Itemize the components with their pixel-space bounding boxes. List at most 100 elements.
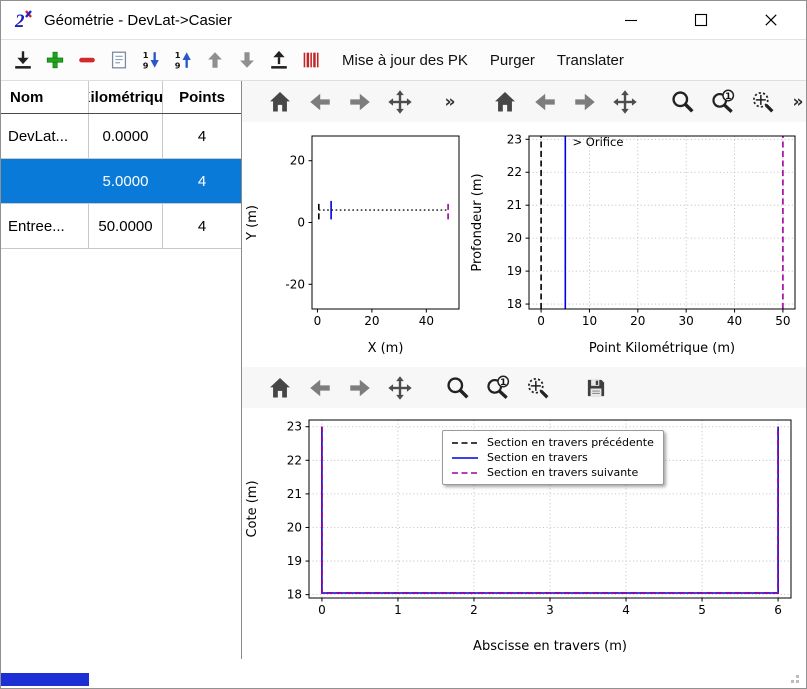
maximize-button[interactable] bbox=[666, 1, 736, 39]
legend-label: Section en travers bbox=[487, 451, 588, 464]
sort-asc-icon[interactable]: 19 bbox=[169, 45, 197, 75]
close-button[interactable] bbox=[736, 1, 806, 39]
home-icon[interactable] bbox=[266, 374, 293, 401]
svg-text:18: 18 bbox=[507, 297, 522, 311]
home-icon[interactable] bbox=[491, 88, 518, 115]
import-icon[interactable] bbox=[9, 45, 37, 75]
svg-text:6: 6 bbox=[774, 603, 782, 617]
save-icon[interactable] bbox=[582, 374, 609, 401]
remove-icon[interactable] bbox=[73, 45, 101, 75]
back-icon[interactable] bbox=[531, 88, 558, 115]
overflow-icon[interactable]: » bbox=[441, 88, 459, 115]
overflow-icon[interactable]: » bbox=[789, 88, 807, 115]
cell-points[interactable]: 4 bbox=[163, 204, 241, 248]
resize-grip[interactable] bbox=[787, 671, 800, 684]
forward-icon[interactable] bbox=[346, 374, 373, 401]
home-icon[interactable] bbox=[266, 88, 293, 115]
cell-nom[interactable]: Entree... bbox=[1, 204, 89, 248]
svg-text:20: 20 bbox=[287, 520, 302, 534]
table-row[interactable]: Entree...50.00004 bbox=[1, 204, 241, 249]
svg-text:-20: -20 bbox=[285, 277, 305, 291]
svg-text:5: 5 bbox=[698, 603, 706, 617]
minimize-button[interactable] bbox=[596, 1, 666, 39]
table-row[interactable]: 5.00004 bbox=[1, 159, 241, 204]
pan-icon[interactable] bbox=[386, 88, 413, 115]
toolbar-button-maj-pk[interactable]: Mise à jour des PK bbox=[333, 45, 477, 76]
toolbar-button-purger[interactable]: Purger bbox=[481, 45, 544, 76]
zoom-icon[interactable] bbox=[444, 374, 471, 401]
back-icon[interactable] bbox=[306, 88, 333, 115]
cell-points[interactable]: 4 bbox=[163, 114, 241, 158]
mpl-toolbar-profile: 1» bbox=[467, 81, 807, 122]
svg-text:23: 23 bbox=[287, 420, 302, 434]
forward-icon[interactable] bbox=[571, 88, 598, 115]
svg-text:2: 2 bbox=[14, 11, 25, 32]
svg-text:19: 19 bbox=[507, 264, 522, 278]
svg-text:21: 21 bbox=[507, 198, 522, 212]
svg-text:22: 22 bbox=[287, 453, 302, 467]
section-plot-panel: 1 0123456181920212223Abscisse en travers… bbox=[242, 367, 807, 665]
cell-nom[interactable] bbox=[1, 159, 89, 203]
svg-text:2: 2 bbox=[470, 603, 478, 617]
plot-xy[interactable]: 02040-20020X (m)Y (m) bbox=[242, 122, 467, 362]
mpl-toolbar-section: 1 bbox=[242, 367, 807, 408]
table-row[interactable]: DevLat...0.00004 bbox=[1, 114, 241, 159]
cell-points[interactable]: 4 bbox=[163, 159, 241, 203]
window-controls bbox=[596, 1, 806, 39]
cell-pk[interactable]: 50.0000 bbox=[89, 204, 163, 248]
left-column: NomKilométriquePoints DevLat...0.000045.… bbox=[1, 81, 242, 688]
svg-text:50: 50 bbox=[775, 314, 790, 328]
sort-desc-icon[interactable]: 19 bbox=[137, 45, 165, 75]
svg-text:23: 23 bbox=[507, 132, 522, 146]
cell-pk[interactable]: 5.0000 bbox=[89, 159, 163, 203]
main-toolbar: 1919Mise à jour des PKPurgerTranslater bbox=[1, 39, 806, 81]
svg-text:0: 0 bbox=[537, 314, 545, 328]
pan-icon[interactable] bbox=[386, 374, 413, 401]
edit-icon[interactable] bbox=[105, 45, 133, 75]
svg-text:30: 30 bbox=[679, 314, 694, 328]
svg-text:1: 1 bbox=[143, 50, 149, 60]
zoom-rect-icon[interactable] bbox=[749, 88, 776, 115]
move-down-icon[interactable] bbox=[233, 45, 261, 75]
bottom-blue-bar[interactable] bbox=[1, 673, 89, 686]
profile-plot-panel: 1» 01020304050181920212223Point Kilométr… bbox=[467, 81, 807, 367]
toolbar-button-translater[interactable]: Translater bbox=[548, 45, 633, 76]
barcode-icon[interactable] bbox=[297, 45, 325, 75]
svg-text:19: 19 bbox=[287, 554, 302, 568]
zoom-rect-icon[interactable] bbox=[524, 374, 551, 401]
move-up-icon[interactable] bbox=[201, 45, 229, 75]
plot-profile[interactable]: 01020304050181920212223Point Kilométriqu… bbox=[467, 122, 805, 362]
profile-plot-wrap: 01020304050181920212223Point Kilométriqu… bbox=[467, 122, 807, 367]
forward-icon[interactable] bbox=[346, 88, 373, 115]
column-header-points[interactable]: Points bbox=[163, 81, 241, 113]
cell-pk[interactable]: 0.0000 bbox=[89, 114, 163, 158]
svg-text:0: 0 bbox=[318, 603, 326, 617]
svg-text:20: 20 bbox=[507, 231, 522, 245]
svg-text:9: 9 bbox=[143, 60, 149, 70]
pan-icon[interactable] bbox=[611, 88, 638, 115]
top-plots-row: » 02040-20020X (m)Y (m) 1» 0102030405018… bbox=[242, 81, 807, 367]
zoom-one-icon[interactable]: 1 bbox=[709, 88, 736, 115]
geometry-table: NomKilométriquePoints DevLat...0.000045.… bbox=[1, 81, 242, 659]
svg-text:40: 40 bbox=[419, 314, 434, 328]
xy-plot-wrap: 02040-20020X (m)Y (m) bbox=[242, 122, 467, 367]
cell-nom[interactable]: DevLat... bbox=[1, 114, 89, 158]
svg-text:Profondeur (m): Profondeur (m) bbox=[470, 173, 485, 271]
column-header-nom[interactable]: Nom bbox=[1, 81, 89, 113]
add-icon[interactable] bbox=[41, 45, 69, 75]
svg-text:1: 1 bbox=[724, 90, 730, 101]
maximize-icon bbox=[694, 13, 708, 27]
svg-text:Y (m): Y (m) bbox=[245, 205, 260, 241]
legend-line-sample bbox=[450, 438, 480, 448]
column-header-pk[interactable]: Kilométrique bbox=[89, 81, 163, 113]
legend-entry: Section en travers précédente bbox=[450, 435, 654, 450]
svg-text:10: 10 bbox=[582, 314, 597, 328]
zoom-icon[interactable] bbox=[669, 88, 696, 115]
svg-text:18: 18 bbox=[287, 588, 302, 602]
export-icon[interactable] bbox=[265, 45, 293, 75]
back-icon[interactable] bbox=[306, 374, 333, 401]
legend-entry: Section en travers suivante bbox=[450, 465, 654, 480]
zoom-one-icon[interactable]: 1 bbox=[484, 374, 511, 401]
svg-text:Point Kilométrique (m): Point Kilométrique (m) bbox=[589, 341, 735, 356]
svg-text:1: 1 bbox=[499, 376, 505, 387]
